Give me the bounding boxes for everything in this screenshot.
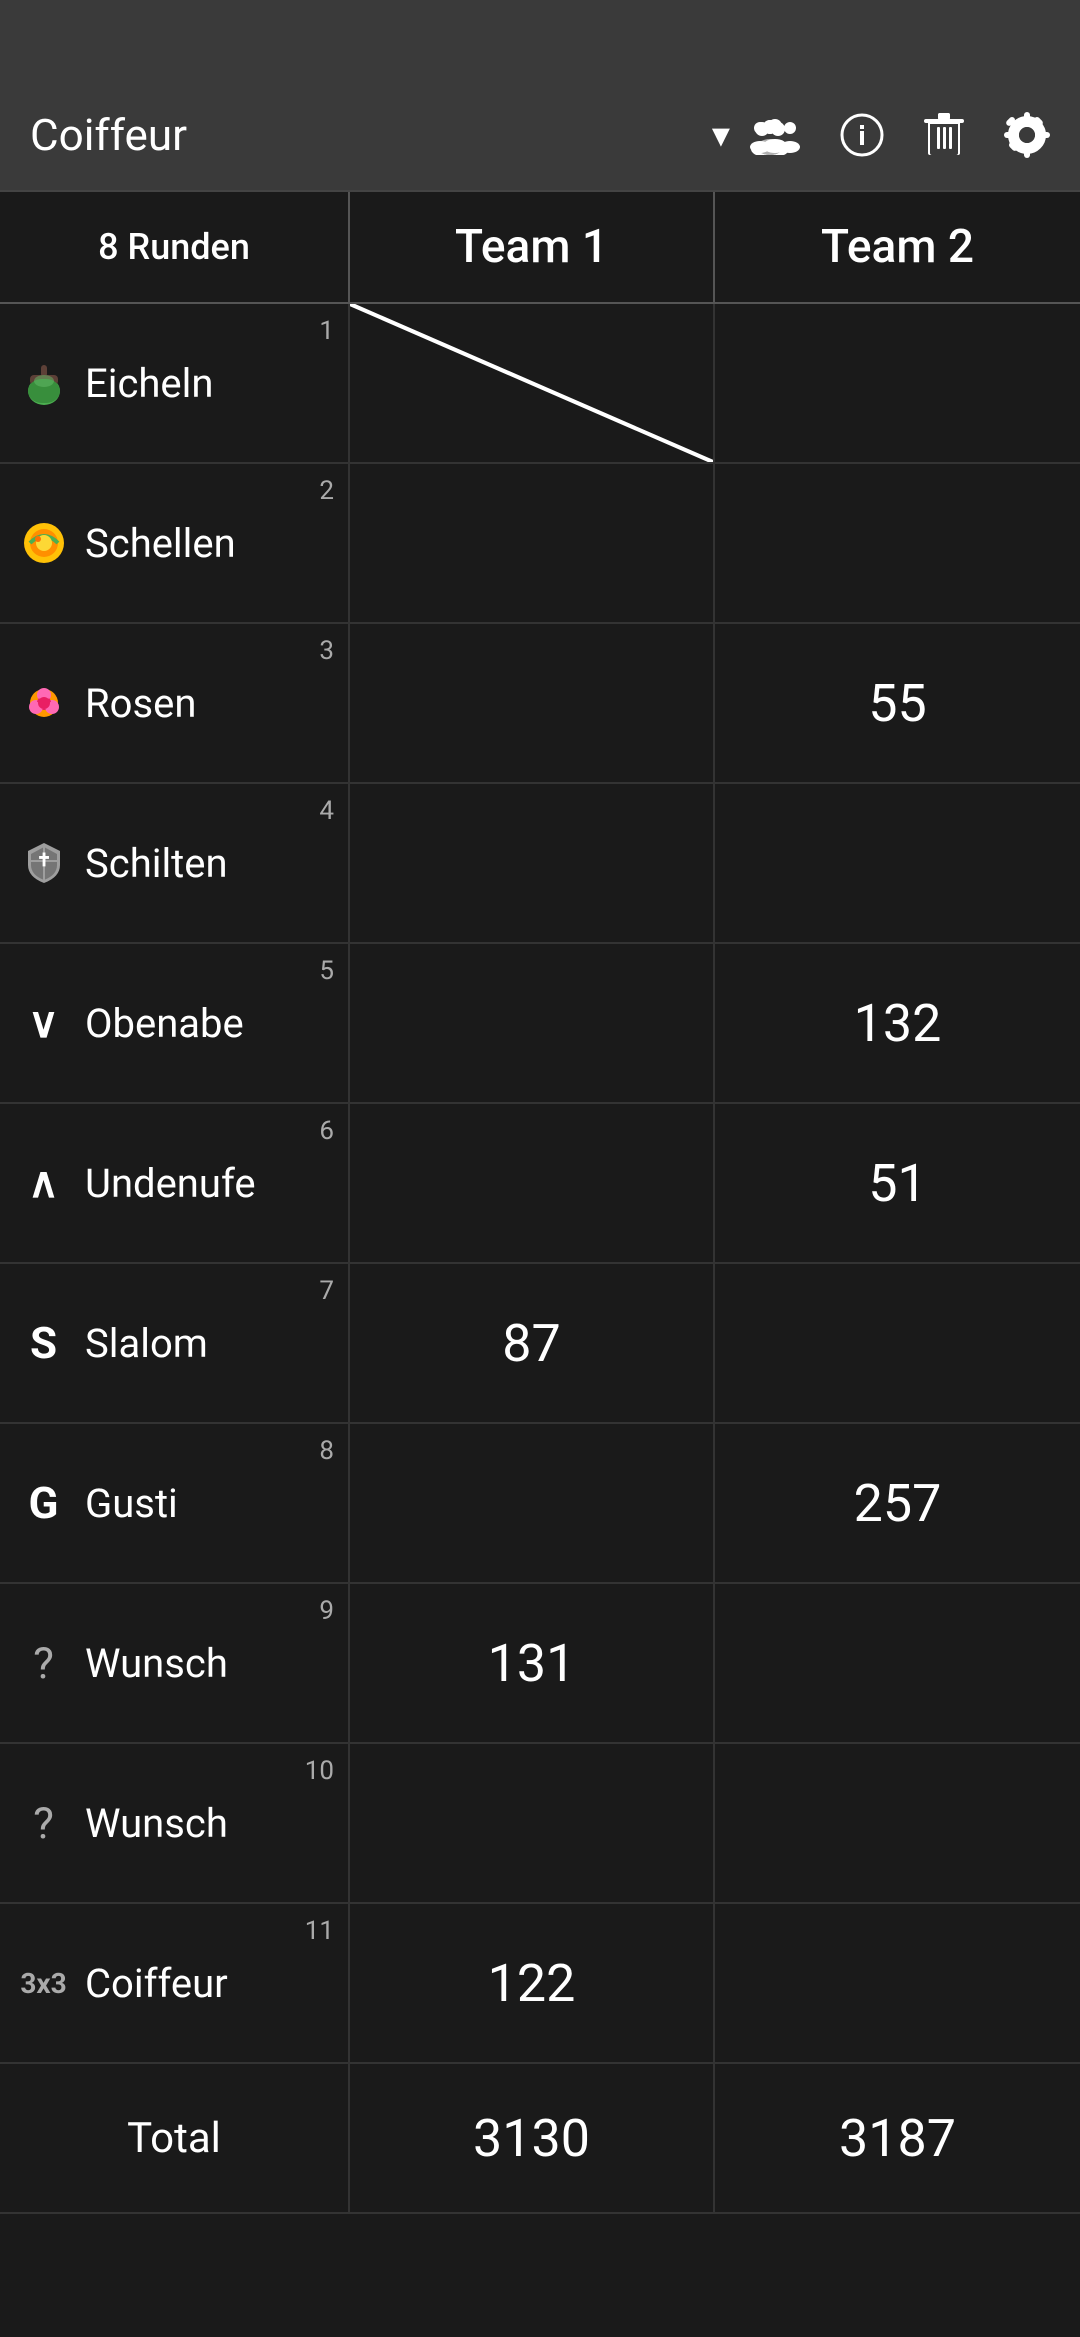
total-label: Total: [0, 2064, 350, 2212]
gusti-team2-cell[interactable]: 257: [715, 1424, 1080, 1582]
gear-icon[interactable]: [1004, 112, 1050, 158]
wunsch1-team1-cell[interactable]: 131: [350, 1584, 715, 1742]
coiffeur-team1-cell[interactable]: 122: [350, 1904, 715, 2062]
info-icon[interactable]: [840, 113, 884, 157]
chevron-up-icon: ∧: [16, 1158, 71, 1208]
table-row: ? Wunsch 9 131: [0, 1584, 1080, 1744]
rosen-team1-cell[interactable]: [350, 624, 715, 782]
coiffeur-icon: 3x3: [16, 1967, 71, 2000]
gusti-team1-cell[interactable]: [350, 1424, 715, 1582]
trash-icon[interactable]: [924, 111, 964, 159]
status-bar: [0, 0, 1080, 80]
table-header: 8 Runden Team 1 Team 2: [0, 192, 1080, 304]
schilten-team1-cell[interactable]: [350, 784, 715, 942]
g-icon: G: [16, 1477, 71, 1529]
table-row: ∨ Obenabe 5 132: [0, 944, 1080, 1104]
row-number-11: 11: [305, 1916, 334, 1946]
obenabe-team1-cell[interactable]: [350, 944, 715, 1102]
coiffeur-team2-cell[interactable]: [715, 1904, 1080, 2062]
wunsch2-team2-cell[interactable]: [715, 1744, 1080, 1902]
total-row: Total 3130 3187: [0, 2064, 1080, 2214]
toolbar-icons: [750, 111, 1050, 159]
table-row: 3x3 Coiffeur 11 122: [0, 1904, 1080, 2064]
row-label-coiffeur[interactable]: 3x3 Coiffeur 11: [0, 1904, 350, 2062]
row-number-10: 10: [305, 1756, 334, 1786]
row-number-3: 3: [319, 636, 334, 666]
rose-icon: [16, 679, 71, 727]
row-label-schilten[interactable]: ✝ Schilten 4: [0, 784, 350, 942]
question-icon-1: ?: [16, 1637, 71, 1689]
wunsch1-team2-cell[interactable]: [715, 1584, 1080, 1742]
row-name-wunsch1: Wunsch: [85, 1640, 228, 1687]
slalom-team2-cell[interactable]: [715, 1264, 1080, 1422]
schellen-team2-cell[interactable]: [715, 464, 1080, 622]
schilten-team2-cell[interactable]: [715, 784, 1080, 942]
row-label-rosen[interactable]: Rosen 3: [0, 624, 350, 782]
eicheln-team2-cell[interactable]: [715, 304, 1080, 462]
table-row: G Gusti 8 257: [0, 1424, 1080, 1584]
row-number-8: 8: [319, 1436, 334, 1466]
row-name-slalom: Slalom: [85, 1320, 208, 1367]
row-label-schellen[interactable]: Schellen 2: [0, 464, 350, 622]
row-number-7: 7: [319, 1276, 334, 1306]
score-table: 8 Runden Team 1 Team 2 Eicheln 1: [0, 190, 1080, 2214]
row-name-schilten: Schilten: [85, 840, 228, 887]
row-name-obenabe: Obenabe: [85, 1000, 244, 1047]
row-label-slalom[interactable]: S Slalom 7: [0, 1264, 350, 1422]
row-label-wunsch1[interactable]: ? Wunsch 9: [0, 1584, 350, 1742]
shield-icon: ✝: [16, 839, 71, 887]
rounds-header: 8 Runden: [0, 192, 350, 302]
schellen-team1-cell[interactable]: [350, 464, 715, 622]
bell-icon: [16, 519, 71, 567]
row-name-schellen: Schellen: [85, 520, 236, 567]
team1-header[interactable]: Team 1: [350, 192, 715, 302]
slalom-team1-cell[interactable]: 87: [350, 1264, 715, 1422]
wunsch2-team1-cell[interactable]: [350, 1744, 715, 1902]
table-row: Rosen 3 55: [0, 624, 1080, 784]
row-number-6: 6: [319, 1116, 334, 1146]
table-row: ∧ Undenufe 6 51: [0, 1104, 1080, 1264]
row-number-2: 2: [319, 476, 334, 506]
row-number-9: 9: [319, 1596, 334, 1626]
row-label-eicheln[interactable]: Eicheln 1: [0, 304, 350, 462]
row-name-rosen: Rosen: [85, 680, 196, 727]
row-label-obenabe[interactable]: ∨ Obenabe 5: [0, 944, 350, 1102]
toolbar: Coiffeur ▾: [0, 80, 1080, 190]
row-name-gusti: Gusti: [85, 1480, 178, 1527]
row-label-undenufe[interactable]: ∧ Undenufe 6: [0, 1104, 350, 1262]
undenufe-team2-cell[interactable]: 51: [715, 1104, 1080, 1262]
total-team1-cell[interactable]: 3130: [350, 2064, 715, 2212]
row-name-eicheln: Eicheln: [85, 360, 213, 407]
undenufe-team1-cell[interactable]: [350, 1104, 715, 1262]
table-row: ? Wunsch 10: [0, 1744, 1080, 1904]
team2-header[interactable]: Team 2: [715, 192, 1080, 302]
eicheln-team1-cell[interactable]: [350, 304, 715, 462]
obenabe-team2-cell[interactable]: 132: [715, 944, 1080, 1102]
chevron-down-icon: ∨: [16, 998, 71, 1048]
groups-icon[interactable]: [750, 115, 800, 155]
row-number-5: 5: [319, 956, 334, 986]
table-row: S Slalom 7 87: [0, 1264, 1080, 1424]
total-team2-cell[interactable]: 3187: [715, 2064, 1080, 2212]
row-name-wunsch2: Wunsch: [85, 1800, 228, 1847]
row-name-undenufe: Undenufe: [85, 1160, 256, 1207]
row-label-wunsch2[interactable]: ? Wunsch 10: [0, 1744, 350, 1902]
rosen-team2-cell[interactable]: 55: [715, 624, 1080, 782]
row-label-gusti[interactable]: G Gusti 8: [0, 1424, 350, 1582]
s-icon: S: [16, 1317, 71, 1369]
table-row: Eicheln 1: [0, 304, 1080, 464]
row-number-4: 4: [319, 796, 334, 826]
table-row: Schellen 2: [0, 464, 1080, 624]
row-name-coiffeur: Coiffeur: [85, 1960, 228, 2007]
svg-text:✝: ✝: [36, 850, 51, 871]
row-number-1: 1: [319, 316, 334, 346]
question-icon-2: ?: [16, 1797, 71, 1849]
acorn-icon: [16, 359, 71, 407]
toolbar-title: Coiffeur: [30, 109, 702, 161]
table-row: ✝ Schilten 4: [0, 784, 1080, 944]
dropdown-icon[interactable]: ▾: [712, 114, 730, 156]
